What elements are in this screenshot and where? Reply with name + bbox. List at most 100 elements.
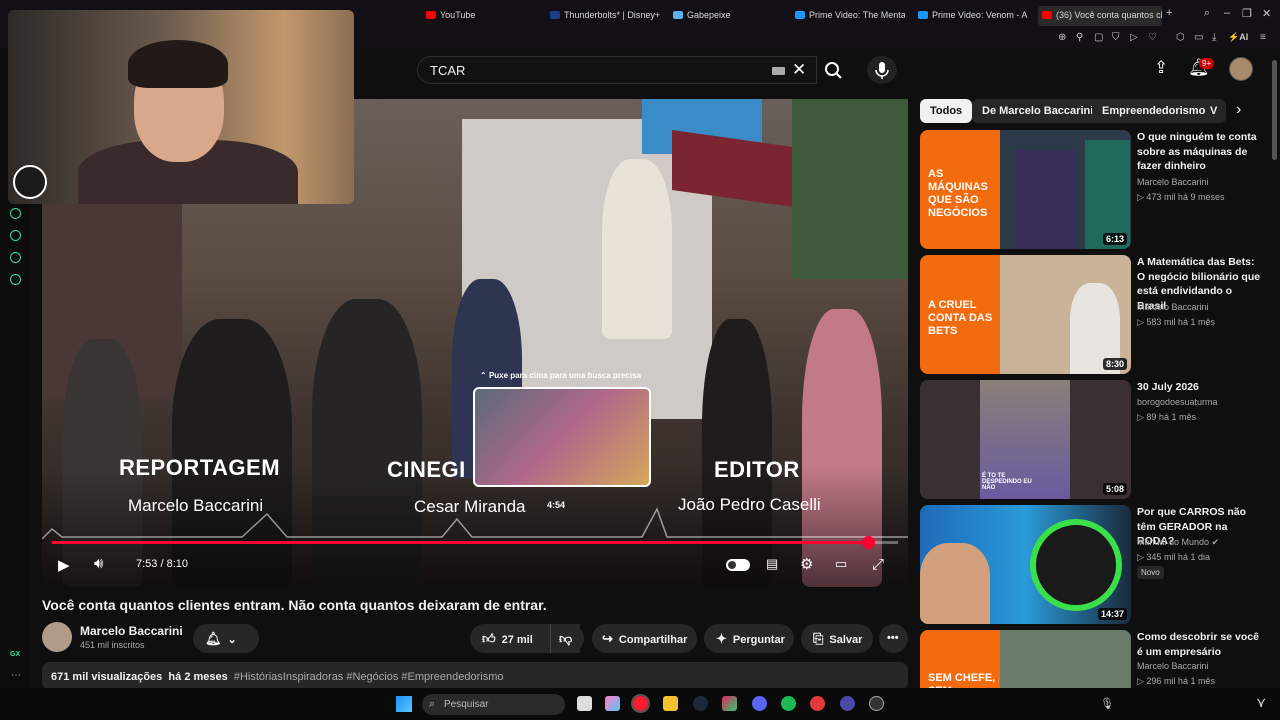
video-thumbnail[interactable]: A CRUEL CONTA DAS BETS 8:30 (920, 255, 1131, 374)
tab-prime-mentalist[interactable]: Prime Video: The Mentalis (795, 6, 905, 26)
zoom-icon[interactable]: ⊕ (1058, 32, 1066, 43)
more-actions-button[interactable]: ••• (879, 624, 908, 653)
chip-all[interactable]: Todos (920, 99, 973, 123)
task-view-icon[interactable] (577, 696, 592, 711)
extensions-icon[interactable]: ⬡ (1176, 32, 1185, 43)
channel-name[interactable]: Marcelo Baccarini (80, 624, 183, 638)
tray-app-icon[interactable]: ⋎ (1256, 694, 1266, 711)
autoplay-toggle[interactable] (726, 559, 750, 571)
recommendation-channel[interactable]: Marcelo Baccarini (1137, 661, 1209, 671)
app-blue-icon[interactable] (840, 696, 855, 711)
new-tab-button[interactable]: + (1166, 7, 1172, 19)
video-thumbnail[interactable]: AS MÁQUINAS QUE SÃO NEGÓCIOS 6:13 (920, 130, 1131, 249)
opera-gx-icon[interactable] (631, 694, 650, 713)
tab-youtube[interactable]: YouTube (426, 6, 516, 26)
file-explorer-icon[interactable] (663, 696, 678, 711)
tab-disney[interactable]: Thunderbolts* | Disney+ (550, 6, 665, 26)
voice-search-button[interactable] (867, 56, 897, 84)
video-duration: 14:37 (1097, 608, 1127, 620)
recommendation-title[interactable]: 30 July 2026 (1137, 380, 1262, 395)
chip-entrepreneurship[interactable]: Empreendedorismo (1092, 99, 1216, 123)
chip-more[interactable]: V (1206, 99, 1226, 123)
subscription-bell-button[interactable]: 🔔︎ ⌄ (193, 624, 259, 653)
download-icon[interactable]: ⤓ (1212, 32, 1216, 43)
search-tabs-icon[interactable]: ⌕ (1204, 7, 1210, 20)
upload-age: há 2 meses (168, 671, 228, 683)
webcam-overlay (8, 10, 354, 204)
chevron-right-icon[interactable]: › (1236, 101, 1241, 119)
recommendation-channel[interactable]: Manual do Mundo ✔ (1137, 537, 1219, 548)
recommendation-channel[interactable]: Marcelo Baccarini (1137, 302, 1209, 312)
page-scrollbar[interactable] (1272, 60, 1277, 160)
video-thumbnail[interactable]: 14:37 (920, 505, 1131, 624)
recommendation-item[interactable]: SEM CHEFE, SEM Como descobrir se você é … (920, 630, 1265, 688)
tab-active-video[interactable]: (36) Você conta quantos cl (1038, 6, 1162, 26)
recommendation-item[interactable]: A CRUEL CONTA DAS BETS 8:30 A Matemática… (920, 255, 1265, 374)
bell-icon: 🔔︎ (205, 631, 222, 646)
settings-gear-icon[interactable]: ⚙ (800, 555, 813, 573)
play-button[interactable]: ▶ (58, 556, 70, 574)
volume-icon[interactable]: 🔊︎ (94, 555, 103, 572)
app-red-icon[interactable] (810, 696, 825, 711)
menu-icon[interactable]: ≡ (1260, 32, 1266, 43)
subtitles-icon[interactable]: ▤ (766, 556, 778, 572)
minimize-icon[interactable]: – (1224, 7, 1230, 19)
recommendation-channel[interactable]: borogodoesuaturma (1137, 397, 1218, 407)
theater-mode-icon[interactable]: ▭ (835, 556, 847, 572)
fullscreen-icon[interactable]: ⤢ (872, 556, 884, 573)
player-icon[interactable]: ▷ (1130, 32, 1138, 43)
shield-icon[interactable]: ⛉ (1112, 32, 1120, 43)
search-input[interactable]: TCAR (430, 63, 465, 78)
save-button[interactable]: ⎘ Salvar (801, 624, 873, 653)
description-box[interactable]: 671 mil visualizações há 2 meses #Histór… (42, 662, 908, 690)
discord-icon[interactable] (752, 696, 767, 711)
heart-icon[interactable]: ♡ (1148, 32, 1157, 43)
windows-start-icon[interactable] (396, 696, 412, 712)
microphone-icon[interactable]: 🎙︎ (1100, 697, 1114, 710)
tab-prime-venom[interactable]: Prime Video: Venom - A U (918, 6, 1028, 26)
settings-sidebar-icon[interactable] (10, 274, 21, 285)
taskbar-search[interactable]: ⌕ Pesquisar (422, 694, 565, 715)
copilot-icon[interactable] (605, 696, 620, 711)
recommendation-meta: ▷ 296 mil há 1 mês (1137, 676, 1215, 686)
dislike-button[interactable]: 👎︎ (550, 624, 584, 653)
clear-search-icon[interactable]: ✕ (792, 60, 806, 80)
video-thumbnail[interactable]: SEM CHEFE, SEM (920, 630, 1131, 688)
close-window-icon[interactable]: ✕ (1262, 7, 1271, 20)
video-thumbnail[interactable]: É TO TE DESPEDINDO EU NÃO 5:08 (920, 380, 1131, 499)
wallet-icon[interactable]: ▭ (1194, 32, 1203, 43)
chip-from-channel[interactable]: De Marcelo Baccarini (972, 99, 1104, 123)
history-sidebar-icon[interactable] (10, 230, 21, 241)
tab-gabepeixe[interactable]: Gabepeixe (673, 6, 773, 26)
ask-button[interactable]: ✦ Perguntar (704, 624, 794, 653)
keyboard-icon[interactable] (772, 67, 785, 75)
chevron-up-icon: ⌃ (480, 371, 489, 380)
hashtags[interactable]: #HistóriasInspiradoras #Negócios #Empree… (234, 671, 504, 683)
progress-bar[interactable] (52, 536, 898, 549)
channel-avatar[interactable] (42, 622, 72, 652)
user-avatar[interactable] (1229, 57, 1253, 81)
search-button[interactable] (817, 56, 850, 84)
snapshot-icon[interactable]: ▢ (1094, 32, 1103, 43)
new-badge: Novo (1137, 566, 1164, 579)
recommendation-item[interactable]: AS MÁQUINAS QUE SÃO NEGÓCIOS 6:13 O que … (920, 130, 1265, 249)
recommendation-channel[interactable]: Marcelo Baccarini (1137, 177, 1209, 187)
app-gray-icon[interactable] (869, 696, 884, 711)
recommendation-item[interactable]: 14:37 Por que CARROS não têm GERADOR na … (920, 505, 1265, 624)
steam-icon[interactable] (693, 696, 708, 711)
app-icon[interactable] (722, 696, 737, 711)
recommendation-title[interactable]: Como descobrir se você é um empresário (1137, 630, 1262, 659)
upload-icon[interactable]: ⇪ (1154, 58, 1168, 78)
search-box[interactable]: TCAR ✕ (417, 56, 817, 84)
extensions-sidebar-icon[interactable] (10, 252, 21, 263)
share-button[interactable]: ↪ Compartilhar (592, 624, 697, 653)
gx-icon[interactable]: GX (10, 651, 20, 658)
recommendation-item[interactable]: É TO TE DESPEDINDO EU NÃO 5:08 30 July 2… (920, 380, 1265, 499)
more-icon[interactable]: ⋯ (11, 670, 21, 681)
recommendation-title[interactable]: O que ninguém te conta sobre as máquinas… (1137, 130, 1262, 174)
restore-icon[interactable]: ❐ (1242, 7, 1252, 20)
player-sidebar-icon[interactable] (10, 208, 21, 219)
pin-icon[interactable]: ⚲ (1076, 32, 1083, 43)
spotify-icon[interactable] (781, 696, 796, 711)
ai-icon[interactable]: ⚡AI (1228, 32, 1248, 43)
